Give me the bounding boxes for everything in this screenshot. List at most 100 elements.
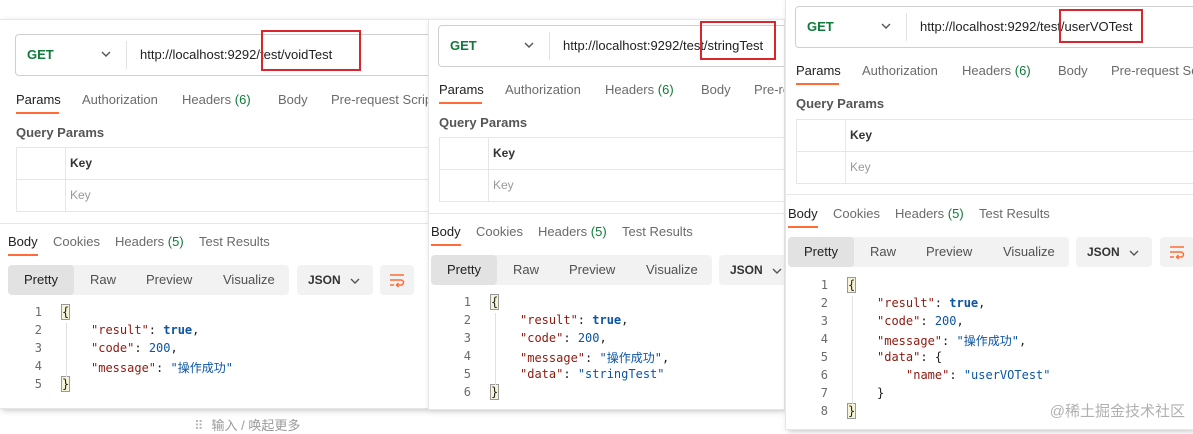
code-line: }: [877, 386, 885, 400]
resp-tab-cookies[interactable]: Cookies: [53, 234, 100, 249]
key-input[interactable]: Key: [493, 178, 514, 192]
method-select[interactable]: GET: [450, 38, 477, 53]
view-mode-segmented: Pretty Raw Preview Visualize: [8, 265, 289, 295]
tab-body[interactable]: Body: [278, 92, 308, 107]
wrap-lines-button[interactable]: [1160, 237, 1193, 267]
code-line: "message": "操作成功",: [877, 334, 1027, 348]
chevron-down-icon[interactable]: [523, 39, 535, 51]
view-mode-segmented: Pretty Raw Preview Visualize: [788, 237, 1069, 267]
tab-params[interactable]: Params: [16, 92, 61, 107]
tab-pre-request-script[interactable]: Pre-re: [754, 82, 784, 97]
tab-authorization[interactable]: Authorization: [505, 82, 581, 97]
tab-pre-request-script[interactable]: Pre-request Script: [331, 92, 430, 107]
view-pretty[interactable]: Pretty: [447, 262, 481, 277]
tab-params[interactable]: Params: [439, 82, 484, 97]
chevron-down-icon[interactable]: [100, 48, 112, 60]
code-line: "message": "操作成功",: [520, 351, 670, 365]
view-pretty[interactable]: Pretty: [804, 244, 838, 259]
code-line: {: [60, 304, 71, 320]
view-preview[interactable]: Preview: [926, 244, 972, 259]
resp-tab-headers[interactable]: Headers (5): [538, 224, 607, 239]
tab-pre-request-script[interactable]: Pre-request Sc: [1111, 63, 1193, 78]
chevron-down-icon: [1129, 250, 1139, 256]
response-body-code: 1 {2 "result": true, 3 "code": 200, 4 "message…: [0, 304, 430, 405]
key-input[interactable]: Key: [850, 160, 871, 174]
resp-tab-cookies[interactable]: Cookies: [833, 206, 880, 221]
request-tabs: Params Authorization Headers (6) Body Pr…: [439, 82, 784, 102]
line-number: 2: [820, 296, 828, 310]
view-raw[interactable]: Raw: [513, 262, 539, 277]
view-visualize[interactable]: Visualize: [646, 262, 698, 277]
active-resp-tab-indicator: [788, 226, 818, 228]
resp-tab-body[interactable]: Body: [431, 224, 461, 239]
tab-headers[interactable]: Headers (6): [182, 92, 251, 107]
highlight-box: [1059, 9, 1143, 43]
table-header-row: Key: [16, 148, 430, 180]
resp-tab-body[interactable]: Body: [788, 206, 818, 221]
tab-authorization[interactable]: Authorization: [82, 92, 158, 107]
resp-tab-test-results[interactable]: Test Results: [979, 206, 1050, 221]
view-preview[interactable]: Preview: [146, 272, 192, 287]
query-params-title: Query Params: [439, 115, 528, 130]
format-select[interactable]: JSON: [719, 255, 784, 285]
code-line: "message": "操作成功": [91, 361, 233, 375]
active-resp-tab-indicator: [8, 254, 38, 256]
tab-headers[interactable]: Headers (6): [605, 82, 674, 97]
indent-guide: [495, 313, 496, 385]
row-checkbox[interactable]: [16, 180, 66, 211]
view-pretty[interactable]: Pretty: [24, 272, 58, 287]
format-select[interactable]: JSON: [297, 265, 373, 295]
view-preview[interactable]: Preview: [569, 262, 615, 277]
highlight-box: [261, 30, 361, 71]
line-number: 3: [820, 314, 828, 328]
view-raw[interactable]: Raw: [870, 244, 896, 259]
resp-tab-test-results[interactable]: Test Results: [199, 234, 270, 249]
tab-params[interactable]: Params: [796, 63, 841, 78]
line-number: 3: [34, 341, 42, 355]
tab-body[interactable]: Body: [1058, 63, 1088, 78]
resp-tab-headers[interactable]: Headers (5): [895, 206, 964, 221]
view-mode-segmented: Pretty Raw Preview Visualize: [431, 255, 712, 285]
tab-body[interactable]: Body: [701, 82, 731, 97]
key-column-header: Key: [493, 146, 516, 160]
key-column-header: Key: [850, 128, 873, 142]
wrap-lines-icon: [1170, 246, 1185, 260]
row-checkbox[interactable]: [796, 152, 846, 183]
table-row: Key: [439, 170, 784, 202]
highlight-box: [700, 21, 776, 60]
view-visualize[interactable]: Visualize: [1003, 244, 1055, 259]
table-row: Key: [796, 152, 1193, 184]
request-panel-uservo: GET http://localhost:9292/test/userVOTes…: [786, 0, 1193, 429]
chevron-down-icon[interactable]: [880, 20, 892, 32]
tab-authorization[interactable]: Authorization: [862, 63, 938, 78]
line-number: 7: [820, 386, 828, 400]
resp-tab-headers[interactable]: Headers (5): [115, 234, 184, 249]
resp-tab-test-results[interactable]: Test Results: [622, 224, 693, 239]
query-params-table: Key Key: [796, 119, 1193, 184]
code-line: {: [846, 277, 857, 293]
format-select[interactable]: JSON: [1076, 237, 1152, 267]
key-input[interactable]: Key: [70, 188, 91, 202]
line-number: 8: [820, 404, 828, 418]
view-raw[interactable]: Raw: [90, 272, 116, 287]
tab-headers[interactable]: Headers (6): [962, 63, 1031, 78]
request-panel-void: GET http://localhost:9292/test/voidTest …: [0, 20, 430, 408]
chevron-down-icon: [772, 268, 782, 274]
resp-tab-body[interactable]: Body: [8, 234, 38, 249]
method-select[interactable]: GET: [807, 19, 834, 34]
code-line: {: [489, 294, 500, 310]
method-select[interactable]: GET: [27, 47, 54, 62]
chevron-down-icon: [350, 278, 360, 284]
request-panel-string: GET http://localhost:9292/test/stringTes…: [429, 20, 784, 409]
line-number: 6: [463, 385, 471, 399]
active-tab-indicator: [796, 83, 839, 85]
line-number: 5: [820, 350, 828, 364]
drag-handle-icon[interactable]: ⠿: [194, 418, 204, 433]
resp-tab-cookies[interactable]: Cookies: [476, 224, 523, 239]
view-visualize[interactable]: Visualize: [223, 272, 275, 287]
row-checkbox[interactable]: [439, 170, 489, 201]
code-line: "name": "userVOTest": [906, 368, 1051, 382]
wrap-lines-button[interactable]: [380, 265, 414, 295]
table-header-row: Key: [796, 120, 1193, 152]
active-resp-tab-indicator: [431, 244, 461, 246]
